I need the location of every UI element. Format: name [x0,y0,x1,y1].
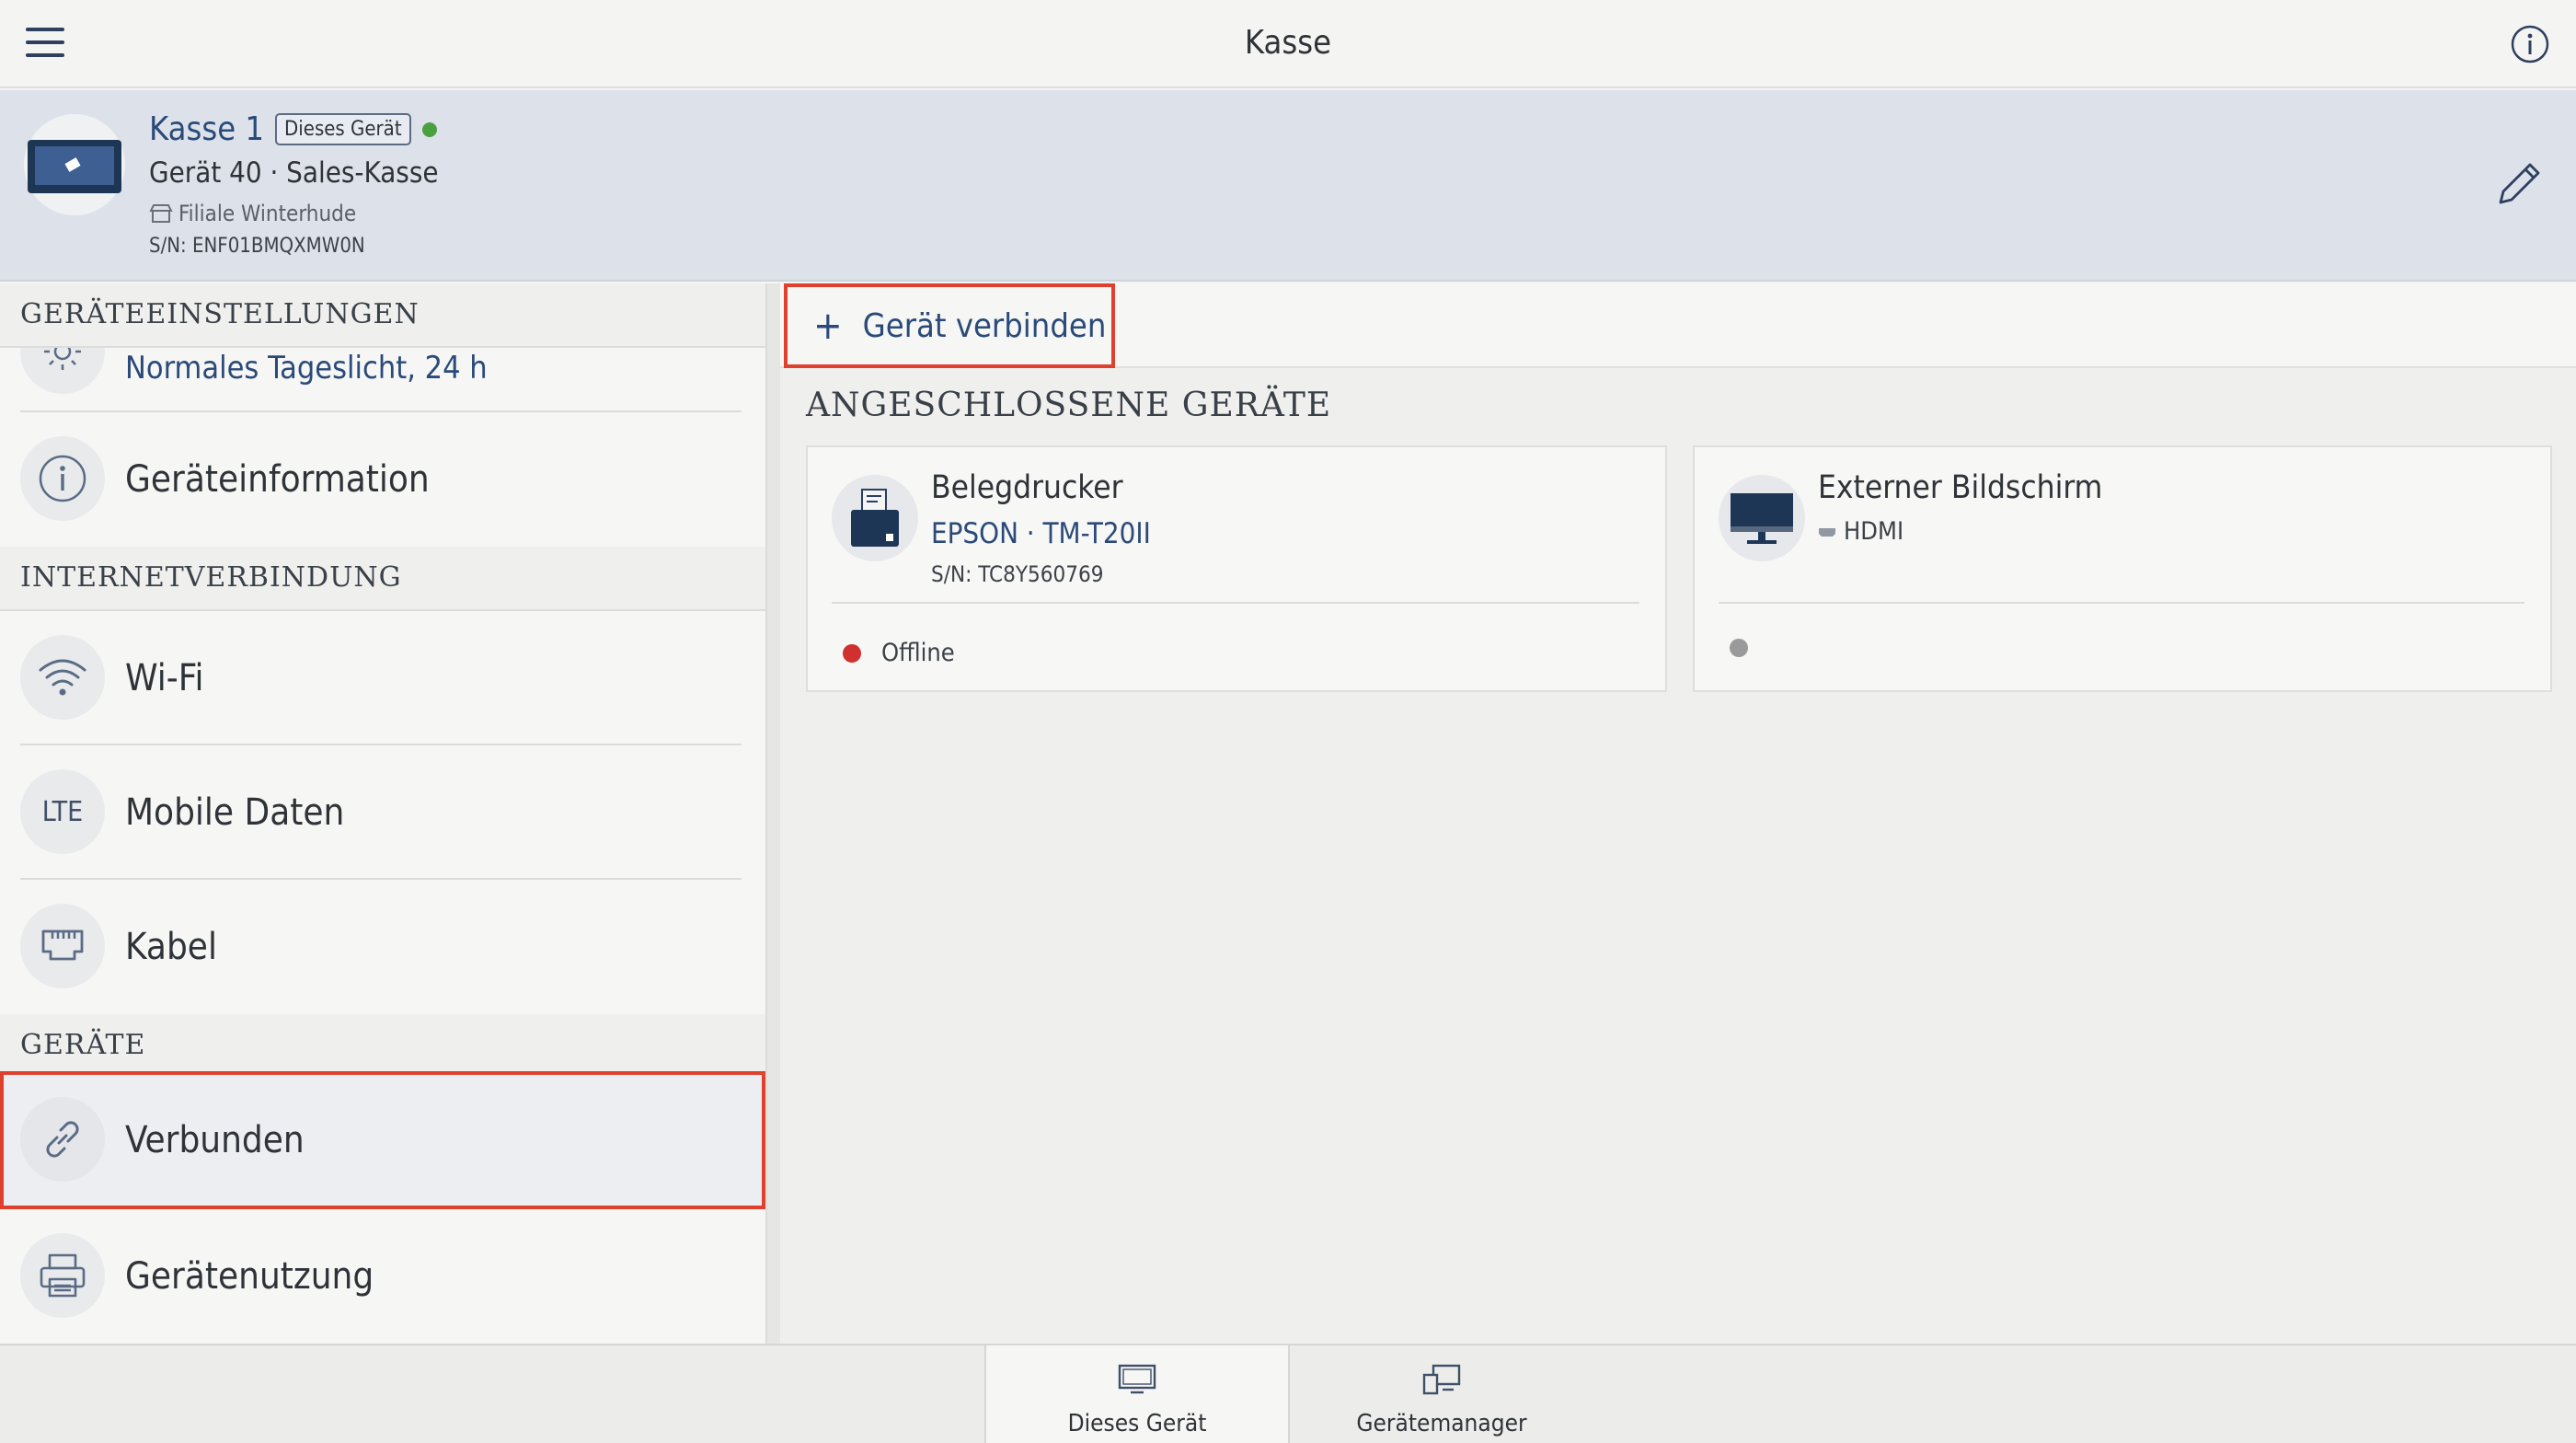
wifi-icon [20,635,105,720]
printer-icon [20,1233,105,1318]
sidebar-item-label: Verbunden [125,1119,305,1161]
top-bar: Kasse [0,0,2576,88]
tab-device-manager[interactable]: Gerätemanager [1290,1345,1593,1443]
devices-icon [1290,1364,1593,1401]
store-icon [149,204,173,223]
device-connection: HDMI [1818,517,1903,546]
sidebar-item-mobile-data[interactable]: LTE Mobile Daten [0,745,765,880]
tab-label: Gerätemanager [1356,1410,1527,1437]
device-card-printer[interactable]: Belegdrucker EPSON · TM-T20II S/N: TC8Y5… [806,445,1667,692]
status-dot-unknown [1730,639,1748,657]
page-title: Kasse [1244,24,1332,62]
tab-label: Dieses Gerät [1067,1410,1207,1437]
receipt-printer-icon [832,475,918,561]
sidebar-item-label: Normales Tageslicht, 24 h [125,350,488,387]
pencil-edit-icon[interactable] [2491,156,2547,212]
info-icon[interactable] [2510,24,2550,64]
device-name: Kasse 1 [149,110,265,148]
this-device-badge: Dieses Gerät [275,113,411,145]
sidebar-item-connected[interactable]: Verbunden [0,1071,765,1209]
connect-device-button[interactable]: + Gerät verbinden [784,283,1115,368]
panel-divider [767,283,780,1344]
device-serial: S/N: ENF01BMQXMW0N [149,235,365,258]
pos-terminal-icon [24,114,125,215]
device-model: EPSON · TM-T20II [931,517,1151,550]
monitor-icon [1719,475,1805,561]
sidebar-item-label: Mobile Daten [125,791,345,834]
sidebar-item-daylight[interactable]: Normales Tageslicht, 24 h [0,309,765,412]
tab-this-device[interactable]: Dieses Gerät [984,1345,1290,1443]
device-serial: S/N: TC8Y560769 [931,561,1104,587]
device-branch: Filiale Winterhude [149,201,356,226]
bottom-tab-bar: Dieses Gerät Gerätemanager [0,1344,2576,1443]
section-header-settings: GERÄTEEINSTELLUNGEN [0,283,765,348]
section-header-devices: GERÄTE [0,1014,765,1079]
status-dot-offline [843,643,861,663]
lte-icon: LTE [20,769,105,854]
connected-devices-panel: + Gerät verbinden ANGESCHLOSSENE GERÄTE … [780,283,2576,1344]
device-model: Gerät 40 · Sales-Kasse [149,156,439,190]
hdmi-port-icon [1819,527,1835,537]
link-icon [20,1097,105,1182]
connect-device-label: Gerät verbinden [862,306,1107,345]
section-title: ANGESCHLOSSENE GERÄTE [806,387,1332,424]
sidebar-item-label: Wi-Fi [125,657,204,699]
info-icon [20,436,105,521]
device-status [1730,639,1748,657]
sidebar-item-cable[interactable]: Kabel [0,880,765,1014]
sidebar-item-label: Kabel [125,926,217,968]
sidebar-item-label: Gerätenutzung [125,1255,374,1298]
device-name: Externer Bildschirm [1818,469,2103,506]
device-card-external-display[interactable]: Externer Bildschirm HDMI [1693,445,2552,692]
sidebar-item-device-info[interactable]: Geräteinformation [0,412,765,547]
connect-toolbar: + Gerät verbinden [780,283,2576,368]
sidebar-item-label: Geräteinformation [125,458,430,501]
monitor-icon [986,1364,1288,1401]
online-status-dot [421,121,437,137]
status-label: Offline [881,639,955,667]
device-name: Belegdrucker [931,469,1123,506]
settings-sidebar: Normales Tageslicht, 24 h GERÄTEEINSTELL… [0,283,767,1344]
plus-icon: + [813,303,843,348]
sidebar-item-wifi[interactable]: Wi-Fi [0,611,765,745]
sidebar-item-device-usage[interactable]: Gerätenutzung [0,1209,765,1344]
section-header-internet: INTERNETVERBINDUNG [0,547,765,611]
device-header: Kasse 1 Dieses Gerät Gerät 40 · Sales-Ka… [0,90,2576,282]
device-status: Offline [843,639,955,667]
ethernet-icon [20,904,105,988]
